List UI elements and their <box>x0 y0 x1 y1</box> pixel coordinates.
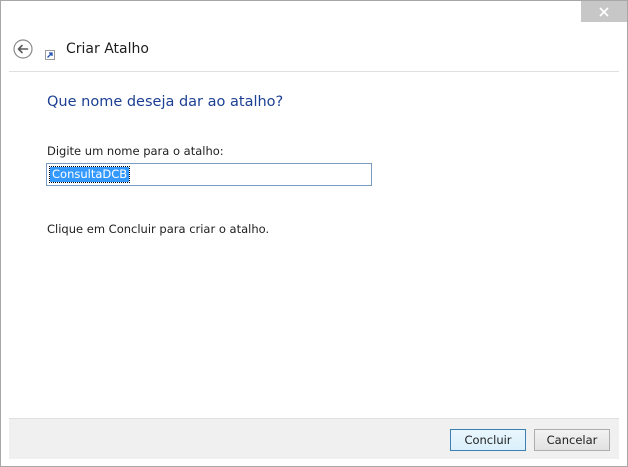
cancel-button[interactable]: Cancelar <box>534 429 610 451</box>
title-bar: Criar Atalho <box>1 1 627 71</box>
finish-instruction: Clique em Concluir para criar o atalho. <box>47 222 270 236</box>
shortcut-name-label: Digite um nome para o atalho: <box>47 144 224 158</box>
wizard-content: Que nome deseja dar ao atalho? Digite um… <box>9 71 619 419</box>
shortcut-arrow-icon <box>45 45 55 60</box>
shortcut-name-value: ConsultaDCB <box>48 166 131 183</box>
shortcut-name-input[interactable]: ConsultaDCB <box>46 163 372 186</box>
close-icon <box>599 6 609 17</box>
back-arrow-icon <box>13 39 33 59</box>
finish-button[interactable]: Concluir <box>450 429 526 451</box>
back-button[interactable] <box>13 39 33 59</box>
page-heading: Que nome deseja dar ao atalho? <box>47 94 284 110</box>
close-button[interactable] <box>581 1 627 22</box>
button-bar: Concluir Cancelar <box>9 418 619 459</box>
window-title: Criar Atalho <box>66 41 149 57</box>
create-shortcut-dialog: Criar Atalho Que nome deseja dar ao atal… <box>0 0 628 467</box>
